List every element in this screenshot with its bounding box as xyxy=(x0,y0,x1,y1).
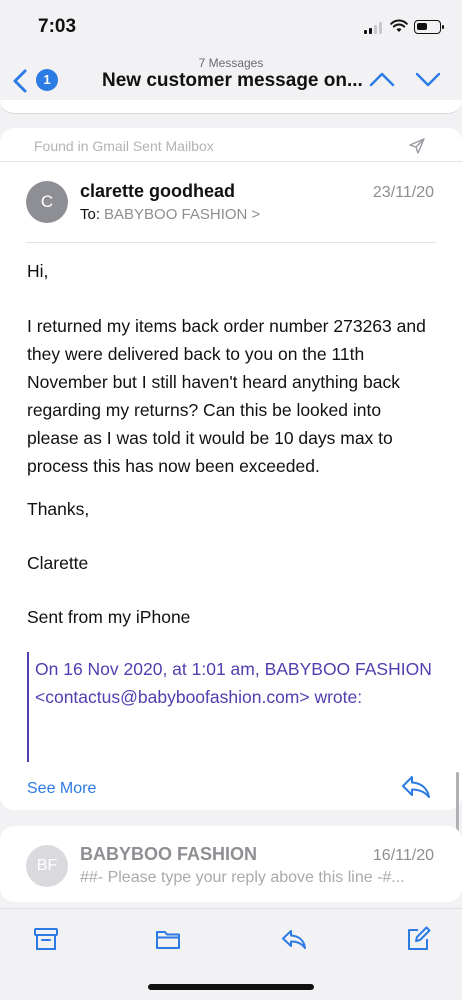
back-chevron-icon[interactable] xyxy=(12,68,28,94)
reply-icon[interactable] xyxy=(400,774,432,800)
recipient-name[interactable]: BABYBOO FASHION xyxy=(104,206,247,223)
body-signature: Sent from my iPhone xyxy=(27,607,191,627)
header-divider xyxy=(26,242,436,243)
sender-name: BABYBOO FASHION xyxy=(80,844,258,864)
message-preview: ##- Please type your reply above this li… xyxy=(80,869,405,886)
folder-icon[interactable] xyxy=(154,925,182,953)
to-label: To: xyxy=(80,206,101,223)
message-date: 16/11/20 xyxy=(372,847,434,864)
home-indicator[interactable] xyxy=(148,984,314,990)
status-time: 7:03 xyxy=(38,16,77,37)
mailbox-info-row: Found in Gmail Sent Mailbox xyxy=(0,128,462,162)
quoted-reply: On 16 Nov 2020, at 1:01 am, BABYBOO FASH… xyxy=(27,652,437,762)
found-in-label: Found in Gmail Sent Mailbox xyxy=(34,138,214,154)
scroll-indicator[interactable] xyxy=(456,772,459,834)
status-bar: 7:03 xyxy=(0,0,462,50)
collapsed-message-card[interactable]: BF BABYBOO FASHION 16/11/20 ##- Please t… xyxy=(0,826,462,902)
reply-icon[interactable] xyxy=(280,925,308,953)
wifi-icon xyxy=(390,19,408,32)
thread-title: New customer message on... xyxy=(102,70,363,91)
sender-avatar: BF xyxy=(26,845,68,887)
unread-badge[interactable]: 1 xyxy=(36,69,58,91)
chevron-right-icon: > xyxy=(251,206,261,223)
archive-icon[interactable] xyxy=(32,925,60,953)
body-signoff: Clarette xyxy=(27,553,89,573)
body-greeting: Hi, xyxy=(27,261,49,281)
message-date: 23/11/20 xyxy=(372,184,434,201)
cellular-signal-icon xyxy=(364,22,384,34)
sender-avatar[interactable]: C xyxy=(26,181,68,223)
message-card: Found in Gmail Sent Mailbox C clarette g… xyxy=(0,128,462,810)
battery-level xyxy=(417,23,427,30)
previous-message-card[interactable] xyxy=(0,100,462,114)
compose-icon[interactable] xyxy=(404,925,432,953)
see-more-link[interactable]: See More xyxy=(27,780,96,798)
body-paragraph: I returned my items back order number 27… xyxy=(27,316,426,476)
body-thanks: Thanks, xyxy=(27,499,90,519)
previous-message-icon[interactable] xyxy=(368,68,396,90)
battery-icon xyxy=(414,20,444,34)
next-message-icon[interactable] xyxy=(414,68,442,90)
sender-name[interactable]: clarette goodhead xyxy=(80,181,235,202)
sent-icon xyxy=(409,138,425,154)
recipient-row[interactable]: To: BABYBOO FASHION > xyxy=(80,206,260,223)
message-nav-bar: 7 Messages 1 New customer message on... xyxy=(0,50,462,100)
quote-header: On 16 Nov 2020, at 1:01 am, BABYBOO FASH… xyxy=(35,659,432,707)
